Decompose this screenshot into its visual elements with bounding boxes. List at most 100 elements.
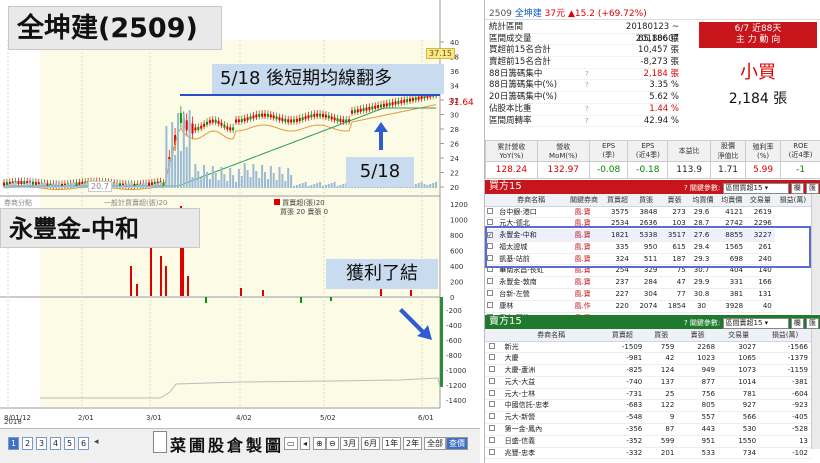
main-force-amount: 2,184 張: [728, 91, 788, 107]
stock-name[interactable]: 全坤建: [515, 9, 542, 19]
broker-row[interactable]: 台中銀-港口 風.寶 3575 3848 273 29.6 4121 2619: [485, 206, 811, 219]
column-header[interactable]: 買張: [631, 194, 661, 207]
row-checkbox[interactable]: [489, 377, 496, 384]
sell-sort-select[interactable]: 區間賣超15 ▾: [722, 318, 789, 329]
broker-row[interactable]: 日盛-信義 -352 599 951 1550 13: [485, 435, 811, 448]
page-button-3[interactable]: 3: [36, 437, 47, 450]
column-header[interactable]: 均買價: [688, 194, 718, 207]
zoom-in-icon[interactable]: ⊕: [313, 437, 326, 450]
column-header[interactable]: 損益(萬): [774, 194, 811, 207]
broker-row[interactable]: 永豐金-敦南 風.寶 237 284 47 29.9 331 166: [485, 276, 811, 290]
broker-row[interactable]: 康林 風.作 220 2074 1854 30 3928 40: [485, 300, 811, 313]
broker-name[interactable]: 大慶: [502, 352, 600, 366]
row-checkbox[interactable]: [486, 219, 493, 226]
column-header[interactable]: 均賣價: [717, 194, 747, 207]
buy-sort-select[interactable]: 區間買超15 ▾: [722, 183, 789, 194]
broker-cell: 331: [717, 276, 747, 290]
page-button-5[interactable]: 5: [64, 437, 75, 450]
zoom-out-icon[interactable]: ⊖: [326, 437, 339, 450]
sell-column-button[interactable]: 欄: [790, 318, 804, 329]
row-checkbox[interactable]: [489, 413, 496, 420]
column-header[interactable]: 關鍵券商: [564, 194, 604, 207]
row-checkbox[interactable]: [489, 425, 496, 432]
broker-name[interactable]: 台新-左營: [497, 288, 565, 301]
row-checkbox[interactable]: [489, 342, 496, 349]
page-button-2[interactable]: 2: [22, 437, 33, 450]
range-button-1[interactable]: 6月: [361, 437, 381, 450]
broker-row[interactable]: 元大-大益 -740 137 877 1014 -381: [485, 376, 811, 389]
row-checkbox[interactable]: [486, 301, 493, 308]
broker-row[interactable]: 元大-新營 -548 9 557 566 -405: [485, 411, 811, 425]
scroll-left-icon[interactable]: ◂: [94, 437, 99, 447]
broker-name[interactable]: 兆豐-忠孝: [502, 447, 600, 460]
sell-scrollbar[interactable]: [811, 329, 820, 449]
broker-row[interactable]: 新光 -1509 759 2268 3027 -1566: [485, 341, 811, 354]
page-button-1[interactable]: 1: [8, 437, 19, 450]
row-checkbox[interactable]: [489, 401, 496, 408]
row-checkbox[interactable]: [489, 354, 496, 361]
broker-cell: 443: [677, 423, 719, 436]
row-checkbox[interactable]: [489, 389, 496, 396]
row-checkbox[interactable]: [489, 436, 496, 443]
column-header[interactable]: 交易量: [718, 329, 760, 342]
stat-row: 統計區間 20180123 ~ 20180607: [489, 22, 679, 44]
broker-row[interactable]: 兆豐-忠孝 -332 201 533 734 -102: [485, 447, 811, 460]
broker-name[interactable]: 新光: [502, 341, 600, 354]
broker-row[interactable]: 大慶 -981 42 1023 1065 -1379: [485, 352, 811, 366]
range-button-5[interactable]: 查價: [446, 437, 468, 450]
range-button-4[interactable]: 全部: [424, 437, 446, 450]
row-checkbox[interactable]: [486, 278, 493, 285]
fin-value: -0.18: [627, 161, 669, 179]
broker-name[interactable]: 元大-大益: [502, 376, 600, 389]
broker-name[interactable]: 中國信託-忠孝: [502, 399, 600, 413]
column-header[interactable]: 券商名稱: [502, 329, 600, 342]
row-checkbox[interactable]: [489, 448, 496, 455]
broker-row[interactable]: 中國信託-忠孝 -683 122 805 927 -923: [485, 399, 811, 413]
volume-tick: 0: [450, 294, 454, 302]
stock-code: 2509: [489, 9, 512, 19]
broker-row[interactable]: 台新-左營 風.寶 227 304 77 30.8 381 131: [485, 288, 811, 301]
row-checkbox[interactable]: [486, 207, 493, 214]
row-checkbox[interactable]: [489, 366, 496, 373]
broker-row[interactable]: 大慶-蘆洲 -825 124 949 1073 -1159: [485, 364, 811, 377]
broker-name[interactable]: 台中銀-港口: [497, 206, 565, 219]
column-header[interactable]: 賣張: [660, 194, 689, 207]
column-header[interactable]: 買賣超: [599, 329, 646, 342]
page-button-4[interactable]: 4: [50, 437, 61, 450]
buy-scrollbar[interactable]: [811, 194, 820, 314]
broker-name[interactable]: 元大-士林: [502, 388, 600, 401]
range-button-3[interactable]: 2年: [403, 437, 423, 450]
page-button-6[interactable]: 6: [78, 437, 89, 450]
broker-cell: -731: [599, 388, 646, 401]
broker-row[interactable]: 元大-士林 -731 25 756 781 -604: [485, 388, 811, 401]
column-header[interactable]: 交易量: [746, 194, 775, 207]
column-header[interactable]: 賣張: [677, 329, 719, 342]
broker-name[interactable]: 大慶-蘆洲: [502, 364, 600, 377]
broker-cell: 2619: [746, 206, 775, 219]
column-header[interactable]: 損益(萬): [759, 329, 811, 342]
broker-cell: 237: [603, 276, 632, 290]
broker-cell: 949: [677, 364, 719, 377]
broker-name[interactable]: 永豐金-敦南: [497, 276, 565, 290]
range-button-0[interactable]: 3月: [340, 437, 360, 450]
stat-label: 賣超前15名合計: [489, 57, 551, 68]
buy-export-button[interactable]: 匯: [806, 183, 819, 194]
broker-name[interactable]: 元大-新營: [502, 411, 600, 425]
column-header[interactable]: 券商名稱: [497, 194, 565, 207]
broker-row[interactable]: 第一金-鳳內 -356 87 443 530 -528: [485, 423, 811, 436]
broker-name[interactable]: 康林: [497, 300, 565, 313]
buy-column-button[interactable]: 欄: [790, 183, 804, 194]
sell-export-button[interactable]: 匯: [806, 318, 819, 329]
row-checkbox[interactable]: [486, 290, 493, 297]
broker-name[interactable]: 第一金-鳳內: [502, 423, 600, 436]
range-button-2[interactable]: 1年: [382, 437, 402, 450]
scroll-left-btn-icon[interactable]: ◂: [300, 437, 311, 450]
broker-cell: 381: [717, 288, 747, 301]
column-header[interactable]: 買賣超: [603, 194, 632, 207]
menu-icon[interactable]: ▭: [284, 437, 298, 450]
volume-tick: 1000: [450, 217, 468, 225]
info-panel: 2509 全坤建 37元 ▲15.2 (+69.72%) 統計區間 2018012…: [484, 0, 820, 463]
stat-label: 88日籌碼集中: [489, 68, 543, 79]
column-header[interactable]: 買張: [645, 329, 678, 342]
broker-name[interactable]: 日盛-信義: [502, 435, 600, 448]
